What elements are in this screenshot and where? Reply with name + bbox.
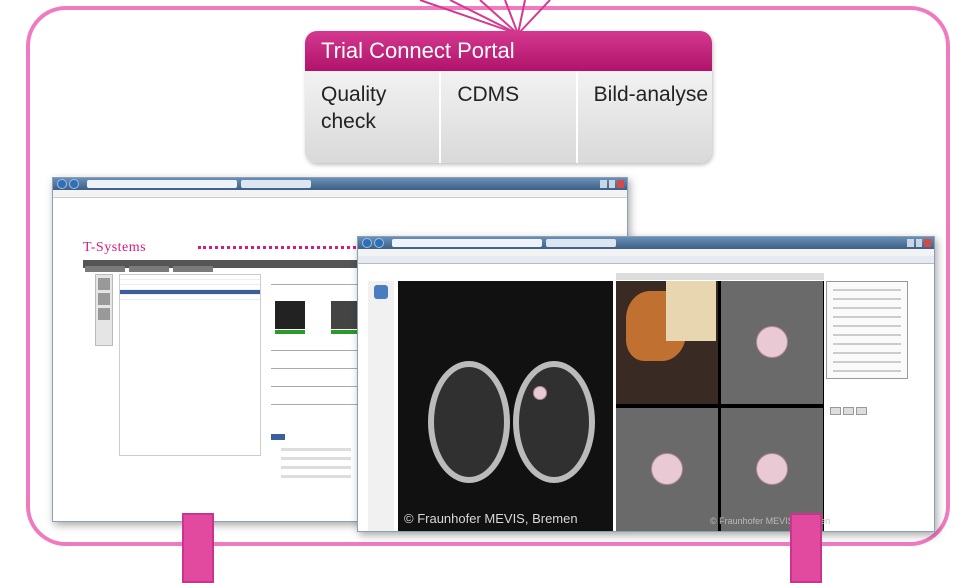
back-icon[interactable]	[57, 179, 67, 189]
module-quality-check[interactable]: Quality check	[305, 71, 442, 163]
window-controls[interactable]	[907, 239, 932, 247]
lung-tool-icon[interactable]	[374, 285, 388, 299]
forward-icon[interactable]	[374, 238, 384, 248]
tsystems-logo: T-Systems	[83, 240, 147, 255]
3d-render-view[interactable]	[616, 281, 718, 404]
ct-quad-view	[616, 281, 824, 531]
browser-tab[interactable]	[546, 239, 616, 247]
ct-lung-left	[428, 361, 510, 483]
nodule-marker[interactable]	[533, 386, 547, 400]
browser-titlebar	[53, 178, 627, 190]
viewer-title-bar	[358, 256, 934, 264]
connector-left	[182, 513, 214, 583]
address-bar[interactable]	[392, 239, 542, 247]
forward-icon[interactable]	[69, 179, 79, 189]
trial-connect-portal-box: Trial Connect Portal Quality check CDMS …	[305, 31, 712, 163]
window-controls[interactable]	[600, 180, 625, 188]
image-thumbnail[interactable]	[275, 301, 305, 329]
connector-right	[790, 513, 822, 583]
portal-title: Trial Connect Portal	[305, 31, 712, 71]
tab-active[interactable]	[271, 434, 285, 440]
properties-list	[281, 448, 361, 484]
data-entry-form	[826, 281, 908, 379]
side-icons	[95, 274, 113, 346]
module-cdms[interactable]: CDMS	[441, 71, 578, 163]
ct-axial-view[interactable]	[398, 281, 613, 531]
ct-view-2[interactable]	[721, 281, 823, 404]
view-tabs[interactable]	[616, 273, 824, 280]
ct-view-3[interactable]	[616, 408, 718, 531]
status-bar	[275, 330, 305, 334]
copyright-text: © Fraunhofer MEVIS, Bremen	[404, 511, 578, 526]
address-bar[interactable]	[87, 180, 237, 188]
browser-titlebar	[358, 237, 934, 249]
screenshot-image-analysis: © Fraunhofer MEVIS, Bremen © Fraunhofer …	[357, 236, 935, 532]
edit-button[interactable]	[830, 407, 841, 415]
study-table	[119, 274, 261, 456]
ok-button[interactable]	[843, 407, 854, 415]
cancel-button[interactable]	[856, 407, 867, 415]
back-icon[interactable]	[362, 238, 372, 248]
tool-strip	[368, 281, 394, 531]
form-buttons	[830, 407, 867, 415]
browser-menubar	[53, 190, 627, 198]
module-bildanalyse[interactable]: Bild-analyse	[577, 71, 712, 163]
ct-lung-right	[513, 361, 595, 483]
browser-tab[interactable]	[241, 180, 311, 188]
